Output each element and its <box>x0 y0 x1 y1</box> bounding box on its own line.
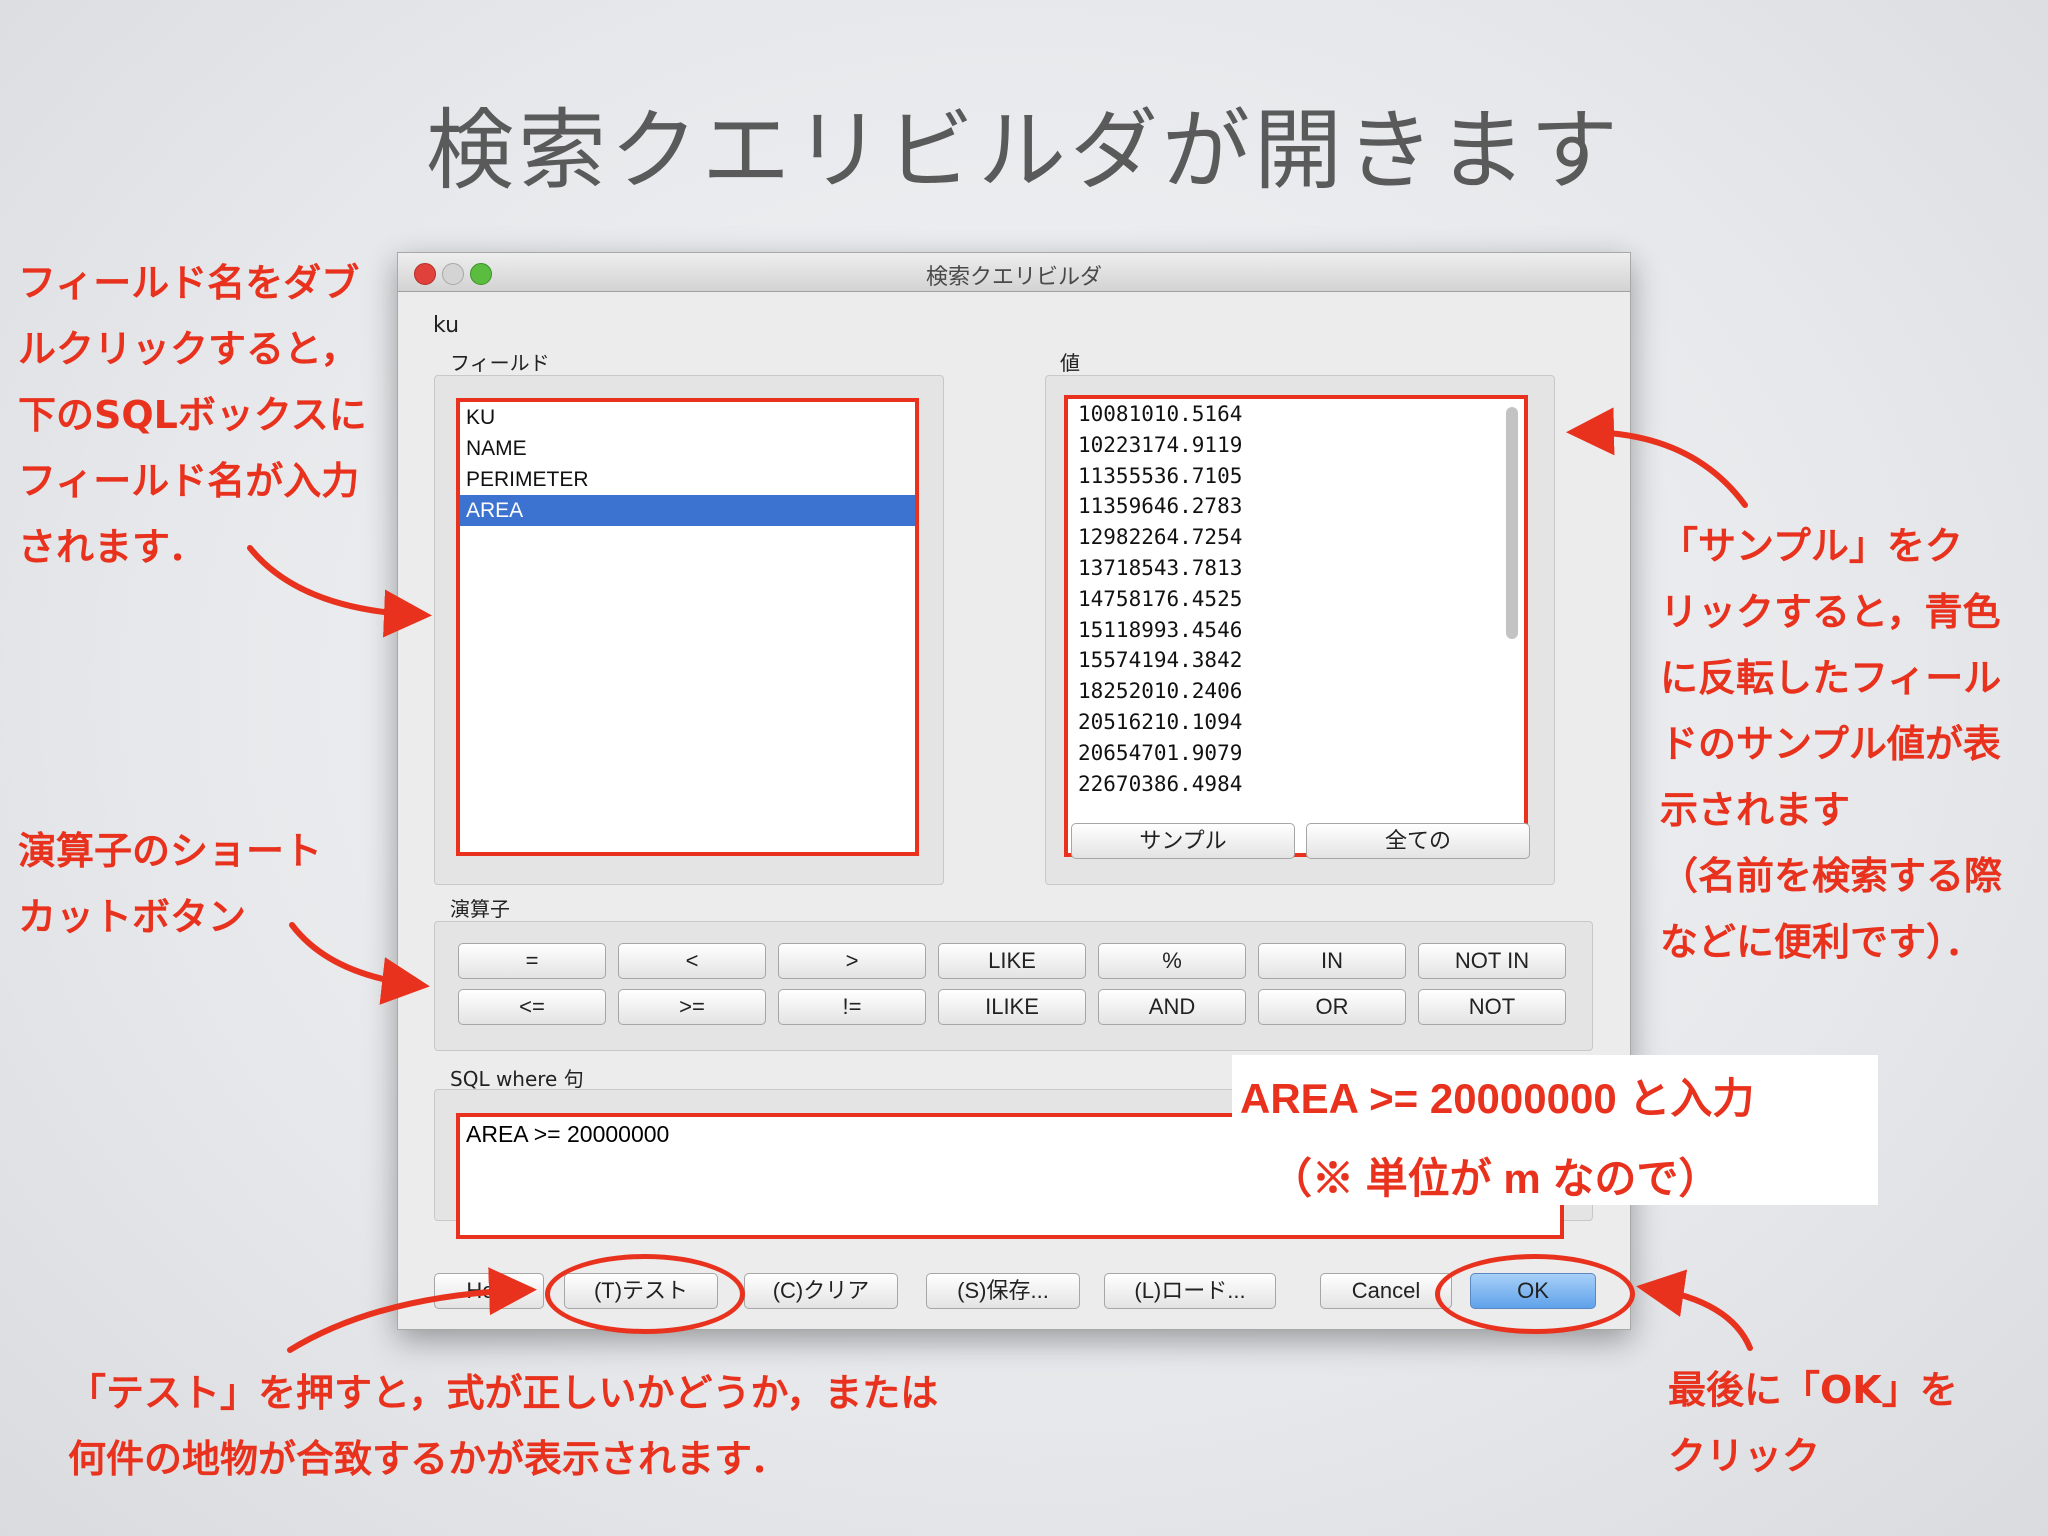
annotation-arrows <box>247 407 1753 1353</box>
arrow-to-operators <box>289 922 430 1005</box>
arrow-to-values <box>1566 407 1748 508</box>
arrow-to-ok <box>1636 1269 1753 1351</box>
arrow-to-test <box>287 1267 537 1353</box>
arrow-to-fields <box>247 545 432 638</box>
